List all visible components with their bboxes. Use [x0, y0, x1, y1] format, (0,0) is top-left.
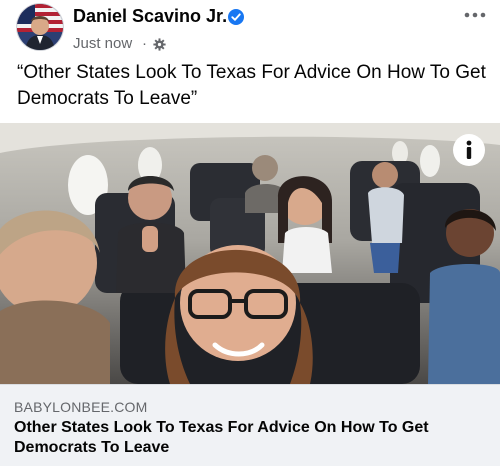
post-text: “Other States Look To Texas For Advice O…	[17, 62, 486, 109]
post-header: Daniel Scavino Jr. Just now ·	[0, 0, 500, 60]
link-domain: BABYLONBEE.COM	[14, 399, 148, 415]
audience-gear-icon[interactable]	[153, 38, 166, 51]
link-title[interactable]: Other States Look To Texas For Advice On…	[14, 418, 484, 458]
more-options-icon[interactable]	[462, 6, 488, 24]
avatar-image	[17, 4, 63, 50]
link-preview[interactable]: BABYLONBEE.COM Other States Look To Texa…	[0, 384, 500, 466]
author-avatar[interactable]	[17, 4, 63, 50]
verified-badge-icon	[228, 9, 244, 25]
post-photo[interactable]	[0, 123, 500, 384]
post-timestamp[interactable]: Just now	[73, 35, 132, 52]
info-icon[interactable]	[452, 133, 486, 167]
meta-separator: ·	[142, 35, 147, 52]
author-name[interactable]: Daniel Scavino Jr.	[73, 6, 227, 27]
